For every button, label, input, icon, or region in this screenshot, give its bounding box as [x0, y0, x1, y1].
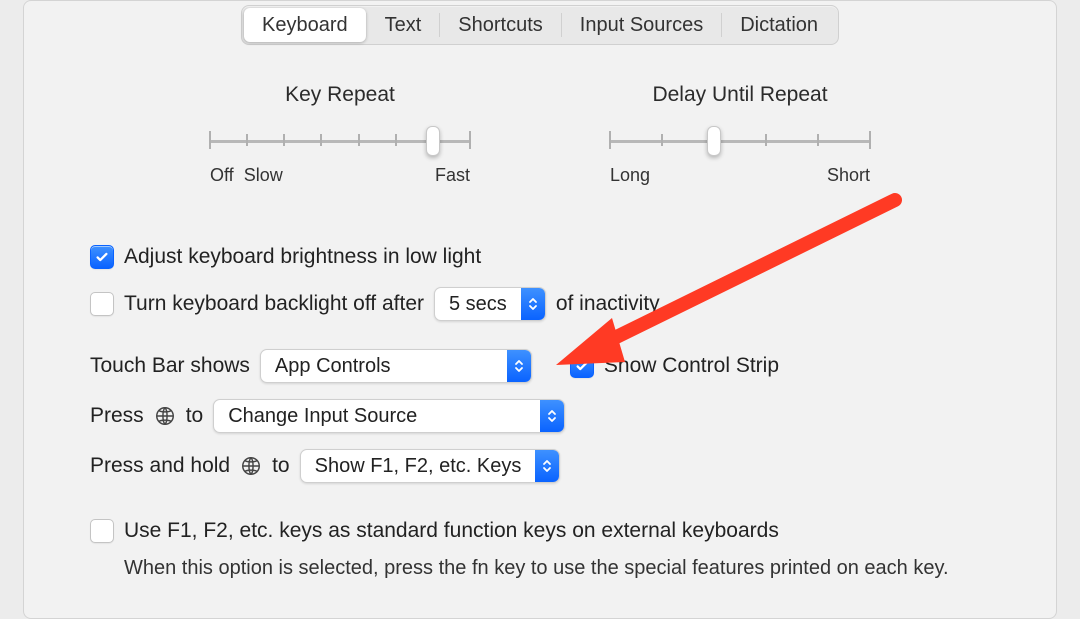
slider-tick [283, 134, 285, 146]
tab-dictation[interactable]: Dictation [722, 8, 836, 42]
key-repeat-title: Key Repeat [285, 83, 395, 107]
chevrons-up-down-icon [521, 288, 545, 320]
press-hold-after: to [272, 454, 290, 478]
press-hold-before: Press and hold [90, 454, 230, 478]
press-hold-dropdown[interactable]: Show F1, F2, etc. Keys [300, 449, 561, 483]
delay-repeat-title: Delay Until Repeat [652, 83, 827, 107]
tab-bar: Keyboard Text Shortcuts Input Sources Di… [241, 5, 839, 45]
fn-keys-checkbox[interactable] [90, 519, 114, 543]
globe-icon [240, 455, 262, 477]
slider-tick [661, 134, 663, 146]
key-repeat-slider[interactable] [210, 131, 470, 151]
backlight-off-dropdown[interactable]: 5 secs [434, 287, 546, 321]
globe-icon [154, 405, 176, 427]
slider-thumb[interactable] [707, 126, 721, 156]
show-control-strip-label: Show Control Strip [604, 354, 779, 378]
row-fn-keys: Use F1, F2, etc. keys as standard functi… [90, 519, 1016, 543]
delay-repeat-group: Delay Until Repeat Long Short [610, 83, 870, 186]
backlight-off-label-before: Turn keyboard backlight off after [124, 292, 424, 316]
slider-tick [765, 134, 767, 146]
slider-tick [609, 131, 611, 149]
tab-input-sources[interactable]: Input Sources [562, 8, 721, 42]
slider-tick [817, 134, 819, 146]
key-repeat-fast-label: Fast [435, 165, 470, 186]
key-repeat-group: Key Repeat Off Slow Fast [210, 83, 470, 186]
row-press-globe: Press to Change Input Source [90, 399, 1016, 433]
slider-tick [358, 134, 360, 146]
delay-short-label: Short [827, 165, 870, 186]
key-repeat-off-label: Off [210, 165, 234, 186]
key-repeat-slow-label: Slow [244, 165, 283, 186]
row-backlight-off: Turn keyboard backlight off after 5 secs… [90, 287, 1016, 321]
adjust-brightness-label: Adjust keyboard brightness in low light [124, 245, 481, 269]
slider-tick [209, 131, 211, 149]
slider-tick [469, 131, 471, 149]
chevrons-up-down-icon [535, 450, 559, 482]
slider-tick [320, 134, 322, 146]
touch-bar-shows-dropdown[interactable]: App Controls [260, 349, 532, 383]
slider-tick [246, 134, 248, 146]
adjust-brightness-checkbox[interactable] [90, 245, 114, 269]
slider-thumb[interactable] [426, 126, 440, 156]
delay-long-label: Long [610, 165, 650, 186]
press-globe-after: to [186, 404, 204, 428]
press-globe-before: Press [90, 404, 144, 428]
slider-tick [869, 131, 871, 149]
tab-shortcuts[interactable]: Shortcuts [440, 8, 560, 42]
delay-repeat-slider[interactable] [610, 131, 870, 151]
fn-keys-label: Use F1, F2, etc. keys as standard functi… [124, 519, 779, 543]
slider-tick [395, 134, 397, 146]
tab-keyboard[interactable]: Keyboard [244, 8, 366, 42]
fn-keys-hint: When this option is selected, press the … [124, 553, 996, 583]
keyboard-preferences-panel: Keyboard Text Shortcuts Input Sources Di… [23, 0, 1057, 619]
backlight-off-checkbox[interactable] [90, 292, 114, 316]
tab-text[interactable]: Text [367, 8, 440, 42]
sliders-area: Key Repeat Off Slow Fast Delay Until Rep… [24, 83, 1056, 186]
row-touch-bar-shows: Touch Bar shows App Controls Show Contro… [90, 349, 1016, 383]
touch-bar-shows-label: Touch Bar shows [90, 354, 250, 378]
press-globe-dropdown[interactable]: Change Input Source [213, 399, 565, 433]
backlight-off-label-after: of inactivity [556, 292, 660, 316]
chevrons-up-down-icon [540, 400, 564, 432]
chevrons-up-down-icon [507, 350, 531, 382]
show-control-strip-checkbox[interactable] [570, 354, 594, 378]
row-adjust-brightness: Adjust keyboard brightness in low light [90, 245, 1016, 269]
row-press-hold-globe: Press and hold to Show F1, F2, etc. Keys [90, 449, 1016, 483]
